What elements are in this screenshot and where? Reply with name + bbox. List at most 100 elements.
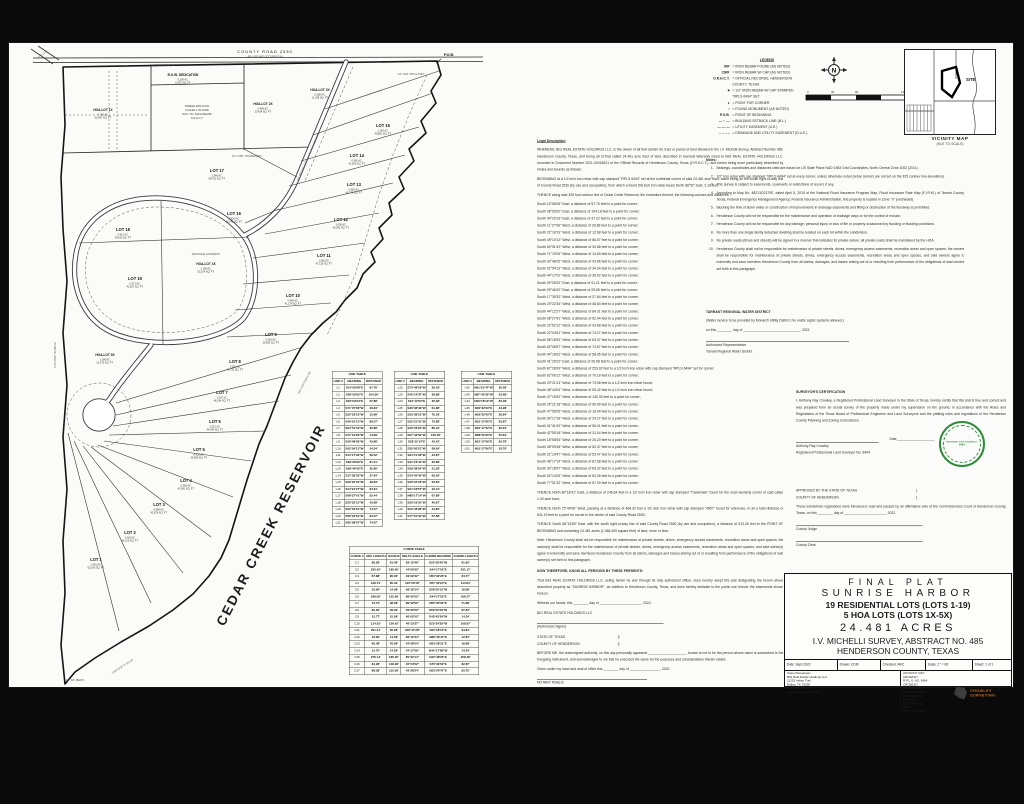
metes-bounds-course: South 46°44'04" West, a distance of 59.4… [537, 387, 783, 394]
metes-bounds-course: South 44°17'02" West, a distance of 36.5… [537, 273, 783, 280]
svg-text:60: 60 [855, 90, 859, 94]
road-network [75, 62, 346, 429]
bearing-tag: 1/2" IRF (BENT) [66, 678, 85, 682]
table-row: L22S73°48'18"W26.18' [394, 385, 444, 392]
lot-label: LOT 6 [209, 419, 221, 424]
table-row: L50N21°17'56"E63.78' [461, 439, 511, 446]
table-header: DISTANCE [365, 378, 383, 385]
table-row: L25S36°38'49"W61.88' [394, 405, 444, 412]
lot-label: LOT 2 [124, 530, 136, 535]
table-row: L48N01°17'52"E82.24' [461, 425, 511, 432]
svg-text:CALLED 1.00 ACRE: CALLED 1.00 ACRE [185, 108, 209, 112]
table-header: ARC LENGTH [365, 553, 387, 560]
dedication-heading: NOW THEREFORE, KNOW ALL PERSONS BY THESE… [537, 568, 783, 575]
metes-bounds-course: South 47°56'05" West, a distance of 18.9… [537, 409, 783, 416]
lot-area-sqft: 47,119 SQ. FT. [316, 263, 333, 266]
table-title: LINE TABLE [332, 371, 382, 378]
lot-area-sqft: 44,711 SQ. FT. [227, 369, 244, 372]
metes-bounds-course: South 77°51'32" West, a distance of 57.0… [537, 480, 783, 487]
cert-date-label: Date [890, 437, 897, 441]
lot-area-sqft: 42,081 SQ. FT. [178, 488, 195, 491]
lot-label: LOT 5 [193, 447, 205, 452]
surveyor-firm-info: ANTHONY RAY CROWLEYR.P.L.S. NO. 6494CROW… [903, 672, 929, 693]
lot-label: LOT 7 [216, 390, 228, 395]
legal-p2: BEGINNING at a 1/2 inch iron rebar with … [537, 176, 783, 189]
title-block: FINAL PLAT SUNRISE HARBOR 19 RESIDENTIAL… [784, 573, 1012, 687]
metes-bounds-course: South 22°18'19" West, a distance of 12.6… [537, 230, 783, 237]
table-row: L28S26°53'22"W86.42' [394, 425, 444, 432]
table-header: LINE # [332, 378, 344, 385]
table-row: L26S53°36'12"W76.18' [394, 412, 444, 419]
table-row: L7S64°51'42"W30.88' [332, 425, 382, 432]
lot-area-sqft: 11,238 SQ. FT. [312, 97, 329, 100]
table-row: L13S09°46'42"E25.85' [332, 466, 382, 473]
owner-developer-info: Owner/Developer:BIG Real Estate Holdings… [787, 672, 898, 695]
bearing-tag: S 01°05'42" W 448.12' [53, 342, 57, 368]
table-row: L49N88°52'30"E55.84' [461, 432, 511, 439]
lot-label: LOT 14 [350, 153, 365, 158]
lot-label: LOT 9 [265, 332, 277, 337]
site-label: SITE [966, 77, 976, 82]
svg-text:DOC. NO. 2004-0001269: DOC. NO. 2004-0001269 [182, 112, 212, 116]
surveyor-info-line: CROWLEY SURVEYING [903, 683, 929, 691]
lot-label: LOT 11 [317, 253, 331, 258]
scale-bar: 0 30 60 120 [805, 89, 911, 103]
lot-area-sqft: 42,287 SQ. FT. [127, 286, 144, 289]
lot-area-sqft: 52,104 SQ. FT. [198, 271, 215, 274]
lot-area-sqft: 51,672 SQ. FT. [97, 362, 114, 365]
notary-ack: BEFORE ME, the undersigned authority, on… [537, 650, 783, 663]
county-road-sublabel: (BY USE AND OCCUPATION) [248, 55, 283, 59]
surveyor-info-line: 4251 FM 2181, #230-404 [903, 695, 929, 703]
title-meta-row: Date: Sept 2022 Drawn: CDM Checked: ARC … [785, 659, 1011, 671]
metes-bounds-course: South 09°28'32" East, a distance of 91.2… [537, 280, 783, 287]
bearing-tag: 1/2" CIRF "TRADEMARK" [232, 154, 262, 158]
table-row: L8S71°19'06"W14.69' [332, 432, 382, 439]
metes-bounds-course: South 44°12'27" West, a distance of 84.3… [537, 309, 783, 316]
texas-logo-icon [954, 687, 967, 700]
lot-label: HOA-LOT 5X [95, 353, 115, 357]
dedication-witness: Witness our hands, this ________ day of … [537, 600, 783, 607]
table-row: L12S09°28'32"E91.21' [332, 459, 382, 466]
table-row: L3S02°03'24"E27.88' [332, 398, 382, 405]
metes-bounds-course: South 09°46'42" East, a distance of 25.8… [537, 287, 783, 294]
county-judge-label: County Judge [796, 526, 1006, 533]
table-row: C773.74'38.08'89°22'52"N55°32'05"E71.88' [349, 600, 479, 607]
county-clerk-label: County Clerk [796, 542, 1006, 549]
metes-bounds-course: South 11°27'08" West, a distance of 26.8… [537, 223, 783, 230]
table-row: L37S21°18'57"W43.41' [394, 486, 444, 493]
svg-text:0: 0 [807, 90, 809, 94]
table-title: LINE TABLE [461, 371, 511, 378]
legend-block: LEGEND IRF= IRON REBAR FOUND (AS NOTED)C… [701, 57, 833, 149]
lot-area-sqft: 46,091 SQ. FT. [333, 227, 350, 230]
lot-label: LOT 8 [229, 359, 241, 364]
title-residential-lots: 19 RESIDENTIAL LOTS (LOTS 1-19) [785, 600, 1011, 610]
table-row: L40S23°43'28"W44.82' [394, 506, 444, 513]
table-row: L24S21°12'52"E35.38' [394, 398, 444, 405]
table-row: C1415.75'14.28'44°17'58"N44°17'58"W14.24… [349, 648, 479, 655]
survey-table: LINE TABLELINE #BEARINGDISTANCEL1S14°29'… [332, 371, 383, 527]
metes-bounds-course: South 23°21'24" West, a distance of 73.5… [537, 380, 783, 387]
meta-scale: Scale: 1" = 60' [926, 662, 951, 668]
lot-label: LOT 1 [90, 557, 102, 562]
table-title: LINE TABLE [394, 371, 444, 378]
bearing-tag: 325' CONTOUR LINE [296, 370, 311, 394]
bearing-tag: DRAINAGE EASEMENT [192, 252, 221, 256]
lot-label: HOA-LOT 1X [93, 108, 113, 112]
metes-bounds-course: South 25°21'18" West, a distance of 50.4… [537, 401, 783, 408]
metes-bounds-course: South 41°41'49" West, a distance of 56.0… [537, 423, 783, 430]
table-row: L39S29°19'31"W46.87' [394, 500, 444, 507]
thence-closing: THENCE South 88°18'50" East, with the so… [537, 521, 783, 534]
lot-area-sqft: 32,487 SQ. FT. [95, 117, 112, 120]
table-row: L17S08°27'41"W52.44' [332, 493, 382, 500]
table-row: C6188.55'125.00'86°02'52"S44°17'52"E168.… [349, 594, 479, 601]
lot-area-sqft: 58,703 SQ. FT. [209, 178, 226, 181]
lot-area-sqft: 6,925 SQ. FT. [175, 82, 191, 85]
lot-label: LOT 17 [210, 168, 225, 173]
lot-label: LOT 12 [334, 217, 349, 222]
survey-table: LINE TABLELINE #BEARINGDISTANCEL42N61°21… [461, 371, 512, 453]
table-row: L30S28°11'14"E43.42' [394, 439, 444, 446]
lot-label: HOA-LOT 4X [196, 262, 216, 266]
lot-label: R.O.W. DEDICATION [168, 73, 199, 77]
metes-bounds-course: South 49°10'12" West, a distance of 86.5… [537, 237, 783, 244]
table-row: L29S07°43'52"W126.78' [394, 432, 444, 439]
